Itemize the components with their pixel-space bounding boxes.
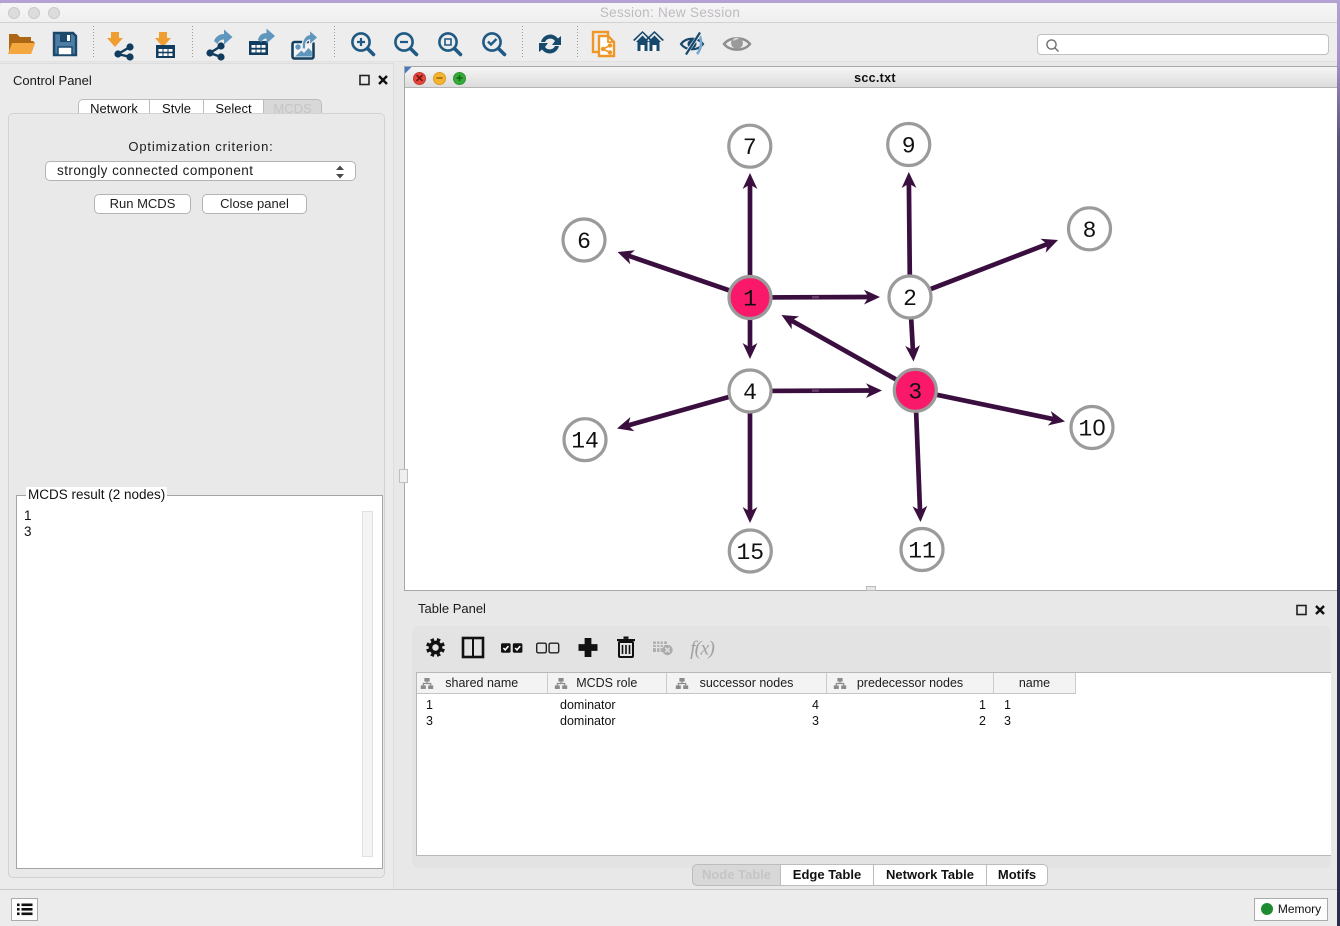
svg-text:1: 1 xyxy=(743,287,757,313)
svg-text:7: 7 xyxy=(743,135,757,161)
svg-text:f(x): f(x) xyxy=(690,638,715,660)
svg-text:6: 6 xyxy=(577,229,591,255)
svg-text:0: 0 xyxy=(1092,415,1105,441)
svg-text:4: 4 xyxy=(743,380,757,406)
svg-text:1: 1 xyxy=(1078,417,1092,443)
svg-text:2: 2 xyxy=(903,286,917,312)
svg-text:11: 11 xyxy=(908,539,936,565)
svg-text:9: 9 xyxy=(902,134,916,160)
svg-text:14: 14 xyxy=(571,429,599,455)
svg-text:15: 15 xyxy=(736,540,764,566)
svg-text:8: 8 xyxy=(1083,218,1097,244)
svg-text:3: 3 xyxy=(908,379,922,405)
